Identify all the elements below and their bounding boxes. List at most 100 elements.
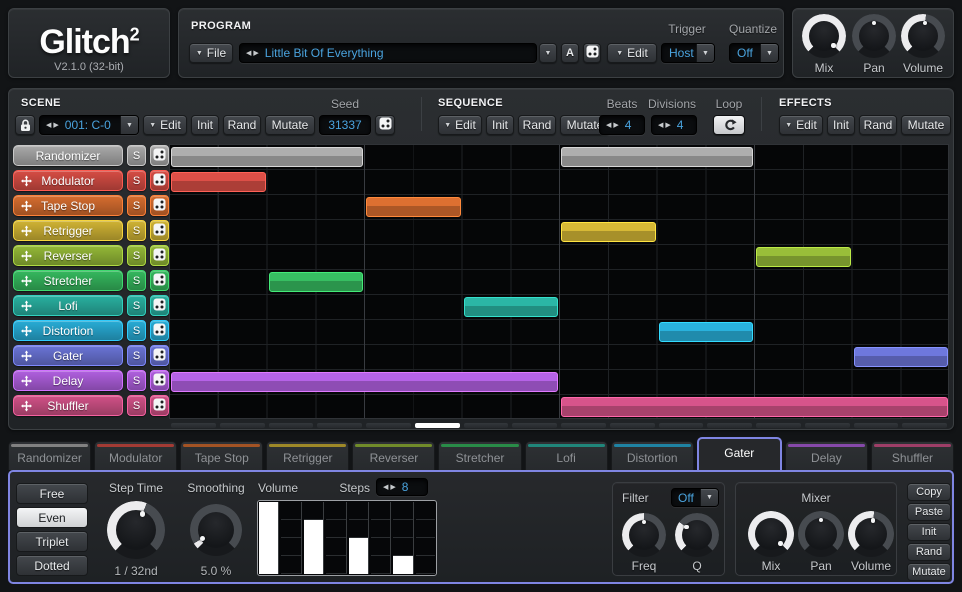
mixer-mix-knob[interactable] (748, 511, 794, 557)
sequence-block-modulator[interactable] (171, 172, 266, 192)
track-header-shuffler[interactable]: Shuffler (13, 395, 123, 416)
tab-randomizer[interactable]: Randomizer (8, 441, 91, 470)
sequence-init-button[interactable]: Init (486, 115, 514, 135)
mutate-button[interactable]: Mutate (907, 563, 951, 581)
track-random-button[interactable] (150, 320, 169, 341)
scene-selector[interactable]: ◀▶ 001: C-0 ▼ (39, 115, 139, 135)
sequence-block-lofi[interactable] (464, 297, 559, 317)
solo-button[interactable]: S (127, 320, 146, 341)
master-volume-knob[interactable] (901, 14, 945, 58)
volume-step-slider[interactable] (326, 502, 346, 574)
tab-delay[interactable]: Delay (785, 441, 868, 470)
master-pan-knob[interactable] (852, 14, 896, 58)
solo-button[interactable]: S (127, 345, 146, 366)
volume-step-slider[interactable] (259, 502, 279, 574)
track-header-gater[interactable]: Gater (13, 345, 123, 366)
effects-init-button[interactable]: Init (827, 115, 855, 135)
seed-field[interactable]: 31337 (319, 115, 371, 135)
tab-lofi[interactable]: Lofi (525, 441, 608, 470)
init-button[interactable]: Init (907, 523, 951, 541)
scene-edit-button[interactable]: ▼Edit (143, 115, 187, 135)
caret-down-icon[interactable]: ▼ (120, 116, 138, 134)
filter-q-knob[interactable] (675, 513, 719, 557)
scene-lock-button[interactable] (15, 115, 35, 135)
sequence-block-tape-stop[interactable] (366, 197, 461, 217)
track-header-retrigger[interactable]: Retrigger (13, 220, 123, 241)
solo-button[interactable]: S (127, 220, 146, 241)
solo-button[interactable]: S (127, 170, 146, 191)
mode-button-free[interactable]: Free (16, 483, 88, 504)
divisions-stepper[interactable]: ◀▶ 4 (651, 115, 697, 135)
master-mix-knob[interactable] (802, 14, 846, 58)
tab-stretcher[interactable]: Stretcher (438, 441, 521, 470)
move-icon[interactable] (21, 350, 32, 361)
trigger-select[interactable]: Host ▼ (661, 43, 715, 63)
smoothing-knob[interactable] (190, 504, 242, 556)
sequencer-grid[interactable] (169, 144, 949, 419)
mixer-volume-knob[interactable] (848, 511, 894, 557)
tab-reverser[interactable]: Reverser (352, 441, 435, 470)
track-random-button[interactable] (150, 245, 169, 266)
volume-step-slider[interactable] (393, 502, 413, 574)
prev-next-icons[interactable]: ◀▶ (46, 122, 61, 129)
mode-button-even[interactable]: Even (16, 507, 88, 528)
volume-step-slider[interactable] (349, 502, 369, 574)
track-header-delay[interactable]: Delay (13, 370, 123, 391)
move-icon[interactable] (21, 300, 32, 311)
tab-modulator[interactable]: Modulator (94, 441, 177, 470)
sequence-block-reverser[interactable] (756, 247, 851, 267)
move-icon[interactable] (21, 400, 32, 411)
track-header-tape-stop[interactable]: Tape Stop (13, 195, 123, 216)
solo-button[interactable]: S (127, 270, 146, 291)
prev-next-icons[interactable]: ◀▶ (383, 484, 398, 491)
prev-next-icons[interactable]: ◀▶ (246, 50, 261, 57)
move-icon[interactable] (21, 250, 32, 261)
seed-random-button[interactable] (375, 115, 395, 135)
track-random-button[interactable] (150, 345, 169, 366)
move-icon[interactable] (21, 325, 32, 336)
steps-stepper[interactable]: ◀▶ 8 (376, 478, 428, 496)
track-header-distortion[interactable]: Distortion (13, 320, 123, 341)
sequence-edit-button[interactable]: ▼Edit (438, 115, 482, 135)
program-edit-button[interactable]: ▼Edit (607, 43, 657, 63)
track-header-modulator[interactable]: Modulator (13, 170, 123, 191)
track-random-button[interactable] (150, 295, 169, 316)
volume-step-slider[interactable] (416, 502, 435, 574)
move-icon[interactable] (21, 175, 32, 186)
track-random-button[interactable] (150, 220, 169, 241)
tab-tape-stop[interactable]: Tape Stop (180, 441, 263, 470)
prev-next-icons[interactable]: ◀▶ (606, 122, 621, 129)
program-random-button[interactable] (583, 43, 601, 63)
quantize-select[interactable]: Off ▼ (729, 43, 779, 63)
sequence-block-randomizer[interactable] (561, 147, 753, 167)
copy-button[interactable]: Copy (907, 483, 951, 501)
program-file-button[interactable]: ▼File (189, 43, 233, 63)
move-icon[interactable] (21, 375, 32, 386)
sequence-block-distortion[interactable] (659, 322, 754, 342)
tab-distortion[interactable]: Distortion (611, 441, 694, 470)
caret-down-icon[interactable]: ▼ (760, 44, 778, 62)
program-rename-button[interactable]: A (561, 43, 579, 63)
sequence-block-delay[interactable] (171, 372, 558, 392)
step-time-knob[interactable] (107, 501, 165, 559)
scene-rand-button[interactable]: Rand (223, 115, 261, 135)
paste-button[interactable]: Paste (907, 503, 951, 521)
track-random-button[interactable] (150, 270, 169, 291)
tab-retrigger[interactable]: Retrigger (266, 441, 349, 470)
mode-button-dotted[interactable]: Dotted (16, 555, 88, 576)
prev-next-icons[interactable]: ◀▶ (658, 122, 673, 129)
solo-button[interactable]: S (127, 195, 146, 216)
track-header-lofi[interactable]: Lofi (13, 295, 123, 316)
filter-select[interactable]: Off ▼ (671, 488, 719, 507)
effects-mutate-button[interactable]: Mutate (901, 115, 951, 135)
solo-button[interactable]: S (127, 370, 146, 391)
track-header-randomizer[interactable]: Randomizer (13, 145, 123, 166)
solo-button[interactable]: S (127, 145, 146, 166)
program-dropdown-button[interactable]: ▼ (539, 43, 557, 63)
rand-button[interactable]: Rand (907, 543, 951, 561)
scene-init-button[interactable]: Init (191, 115, 219, 135)
volume-step-sliders[interactable] (257, 500, 437, 576)
mixer-pan-knob[interactable] (798, 511, 844, 557)
sequence-block-stretcher[interactable] (269, 272, 364, 292)
caret-down-icon[interactable]: ▼ (700, 489, 718, 506)
